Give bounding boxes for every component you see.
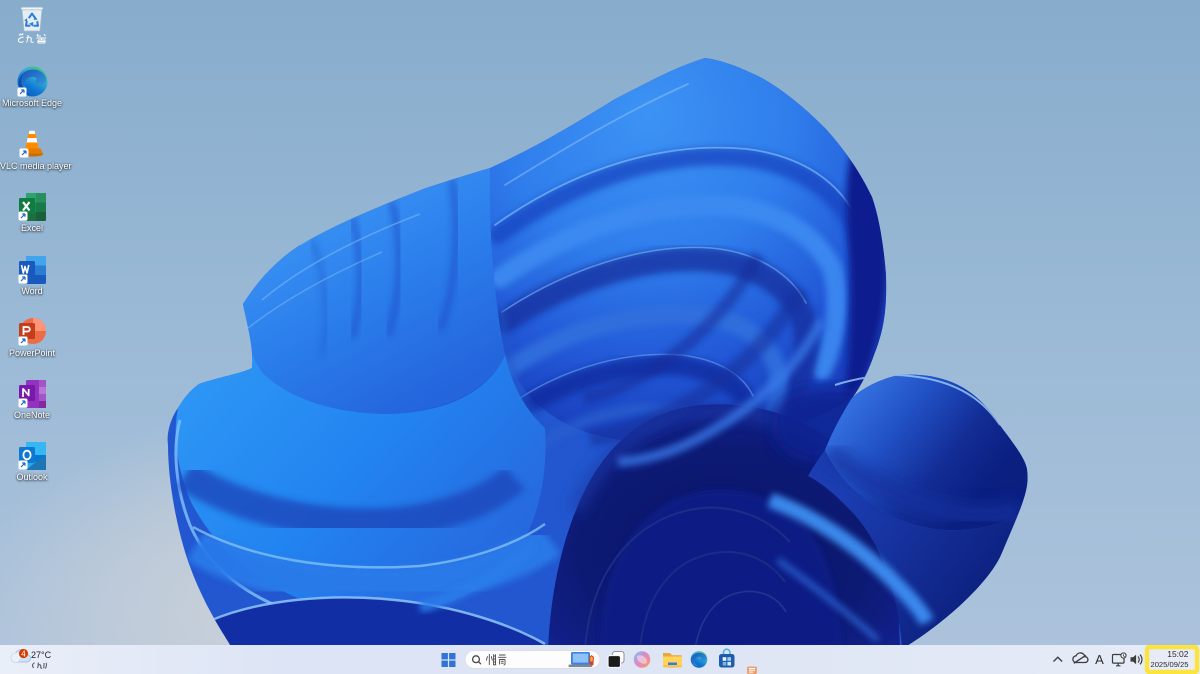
svg-text:15:02: 15:02 <box>1167 649 1189 659</box>
svg-text:A: A <box>1095 652 1104 667</box>
svg-text:27°C: 27°C <box>31 650 52 660</box>
svg-text:2025/09/25: 2025/09/25 <box>1150 660 1188 669</box>
svg-text:4: 4 <box>21 649 26 658</box>
